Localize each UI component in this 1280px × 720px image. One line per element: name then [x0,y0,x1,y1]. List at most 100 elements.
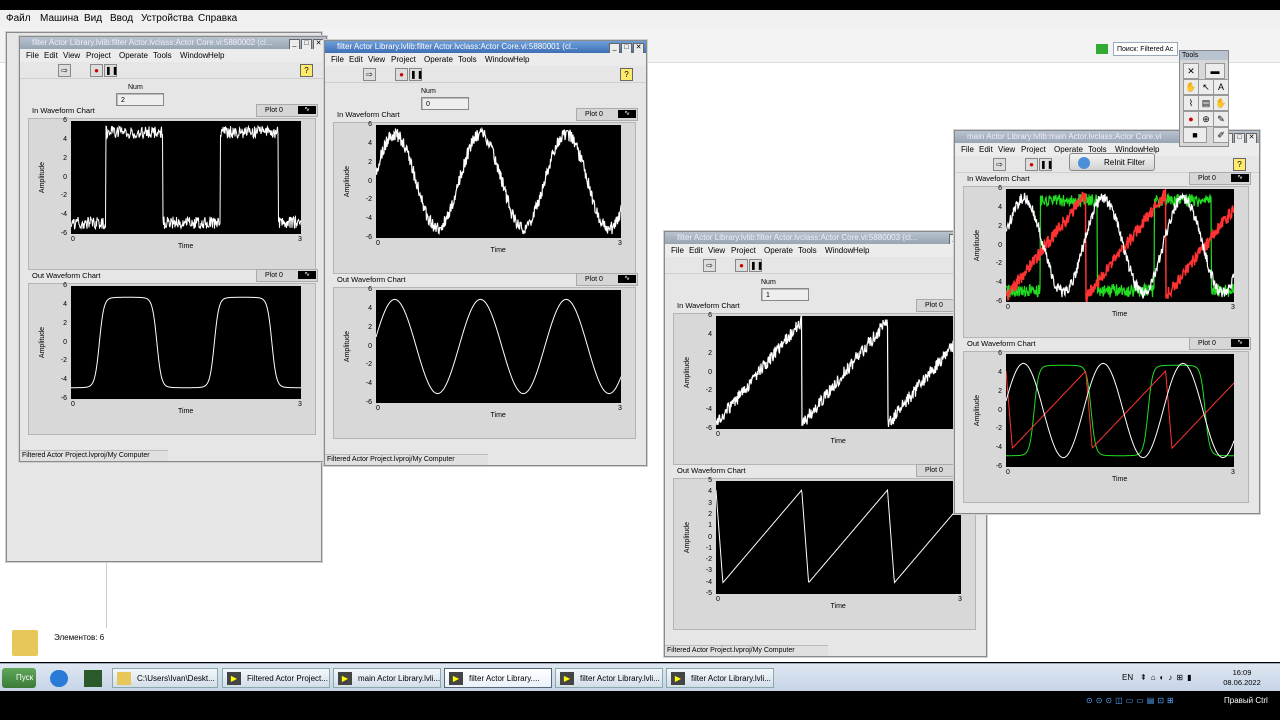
context-help-icon[interactable]: ? [300,64,313,77]
run-arrow-icon[interactable]: ⇨ [993,158,1006,171]
menu-project[interactable]: Project [391,55,416,64]
color-copy-icon[interactable]: ✎ [1213,111,1229,127]
task-filter-actor-1[interactable]: ▶ filter Actor Library.... [444,668,552,688]
language-indicator[interactable]: EN [1122,673,1133,682]
ie-icon[interactable] [50,670,68,687]
clock-time[interactable]: 16:09 [1222,668,1262,677]
start-button[interactable]: Пуск [2,668,36,688]
vm-menu-input[interactable]: Ввод [110,13,133,24]
menu-operate[interactable]: Operate [119,51,148,60]
abort-icon[interactable]: ● [395,68,408,81]
search-input[interactable]: Поиск: Filtered Ac [1113,42,1178,56]
menu-view[interactable]: View [63,51,80,60]
in-waveform-chart[interactable]: 6420-2-4-6Amplitude03Time [673,313,976,465]
context-help-icon[interactable]: ? [1233,158,1246,171]
abort-icon[interactable]: ● [90,64,103,77]
in-plot-legend[interactable]: Plot 0 ∿ [576,108,638,121]
scroll-icon[interactable]: ✋ [1213,95,1229,111]
text-tool-icon[interactable]: A [1213,79,1229,95]
menu-tools[interactable]: Tools [798,246,817,255]
num-control[interactable]: 0 [421,97,469,110]
menu-view[interactable]: View [998,145,1015,154]
menu-help[interactable]: Help [208,51,224,60]
out-waveform-chart[interactable]: 6 4 2 0 -2 -4 -6 Amplitude 0 3 Time [28,283,316,435]
nav-icon[interactable] [1096,44,1108,54]
abort-icon[interactable]: ● [735,259,748,272]
menu-window[interactable]: Window [180,51,208,60]
vm-menu-view[interactable]: Вид [84,13,102,24]
clock-date[interactable]: 08.06.2022 [1222,678,1262,687]
color-picker-icon[interactable]: ■ [1183,127,1207,143]
menu-view[interactable]: View [368,55,385,64]
in-waveform-chart[interactable]: 6420-2-4-6Amplitude03Time [28,118,316,270]
breakpoint-icon[interactable]: ● [1183,111,1199,127]
labview-window-w4[interactable]: main Actor Library.lvlib:main Actor.lvcl… [954,130,1260,514]
vm-device-icons[interactable]: ⊙⊙⊙◫▭▭▤⊡⊞ [1086,696,1226,708]
menu-file[interactable]: File [961,145,974,154]
menu-operate[interactable]: Operate [764,246,793,255]
menu-file[interactable]: File [671,246,684,255]
probe-icon[interactable]: ⊕ [1198,111,1214,127]
vm-menu-help[interactable]: Справка [198,13,237,24]
brush-icon[interactable]: ✐ [1213,127,1229,143]
labview-window-w1[interactable]: filter Actor Library.lvlib:filter Actor.… [19,36,327,462]
out-plot-legend[interactable]: Plot 0 ∿ [576,273,638,286]
task-project[interactable]: ▶ Filtered Actor Project... [222,668,330,688]
menu-view[interactable]: View [708,246,725,255]
auto-tool-icon[interactable]: ✕ [1183,63,1199,79]
menu-edit[interactable]: Edit [349,55,363,64]
vm-menu-machine[interactable]: Машина [40,13,79,24]
menu-edit[interactable]: Edit [979,145,993,154]
task-filter-actor-2[interactable]: ▶ filter Actor Library.lvli... [555,668,663,688]
menu-project[interactable]: Project [1021,145,1046,154]
menu-edit[interactable]: Edit [689,246,703,255]
num-control[interactable]: 2 [116,93,164,106]
abort-icon[interactable]: ● [1025,158,1038,171]
pointer-icon[interactable]: ↖ [1198,79,1214,95]
reinit-filter-button[interactable]: ReInit Filter [1069,153,1155,171]
out-plot-legend[interactable]: Plot 0 ∿ [256,269,318,282]
task-explorer[interactable]: C:\Users\Ivan\Deskt... [112,668,218,688]
vm-menu-file[interactable]: Файл [6,13,31,24]
menu-window[interactable]: Window [825,246,853,255]
auto-select-icon[interactable]: ▬ [1205,63,1225,79]
run-arrow-icon[interactable]: ⇨ [703,259,716,272]
pause-icon[interactable]: ❚❚ [409,68,422,81]
out-waveform-chart[interactable]: 6 4 2 0 -2 -4 -6 Amplitude 0 3 Time [963,351,1249,503]
in-plot-legend[interactable]: Plot 0 ∿ [256,104,318,117]
hand-icon[interactable]: ✋ [1183,79,1199,95]
labview-window-w2[interactable]: filter Actor Library.lvlib:filter Actor.… [324,40,647,466]
menu-edit[interactable]: Edit [44,51,58,60]
menu-operate[interactable]: Operate [424,55,453,64]
menu-tools[interactable]: Tools [153,51,172,60]
vm-menu-devices[interactable]: Устройства [141,13,193,24]
pause-icon[interactable]: ❚❚ [1039,158,1052,171]
menu-file[interactable]: File [331,55,344,64]
tray-icons[interactable]: ⇞⌂◐♪⊞▮ [1140,673,1195,682]
in-plot-legend[interactable]: Plot 0 ∿ [1189,172,1251,185]
menu-file[interactable]: File [26,51,39,60]
task-main-actor[interactable]: ▶ main Actor Library.lvli... [333,668,441,688]
out-waveform-chart[interactable]: 5 4 3 2 1 0 -1 -2 -3 -4 -5 Amplitude 0 3 Time [673,478,976,630]
in-waveform-chart[interactable]: 6420-2-4-6Amplitude03Time [963,186,1249,338]
out-plot-legend[interactable]: Plot 0 ∿ [1189,337,1251,350]
app-icon[interactable] [84,670,102,687]
context-help-icon[interactable]: ? [620,68,633,81]
shortcut-menu-icon[interactable]: ▤ [1198,95,1214,111]
menu-help[interactable]: Help [513,55,529,64]
num-control[interactable]: 1 [761,288,809,301]
menu-project[interactable]: Project [731,246,756,255]
menu-project[interactable]: Project [86,51,111,60]
menu-tools[interactable]: Tools [458,55,477,64]
menu-window[interactable]: Window [485,55,513,64]
run-arrow-icon[interactable]: ⇨ [58,64,71,77]
run-arrow-icon[interactable]: ⇨ [363,68,376,81]
in-waveform-chart[interactable]: 6420-2-4-6Amplitude03Time [333,122,636,274]
pause-icon[interactable]: ❚❚ [749,259,762,272]
out-waveform-chart[interactable]: 6 4 2 0 -2 -4 -6 Amplitude 0 3 Time [333,287,636,439]
menu-help[interactable]: Help [853,246,869,255]
wire-icon[interactable]: ⌇ [1183,95,1199,111]
tools-palette[interactable]: Tools ✕ ▬ ✋ ↖ A ⌇ ▤ ✋ ● ⊕ ✎ ■ ✐ [1179,50,1229,147]
labview-window-w3[interactable]: filter Actor Library.lvlib:filter Actor.… [664,231,987,657]
task-filter-actor-3[interactable]: ▶ filter Actor Library.lvli... [666,668,774,688]
